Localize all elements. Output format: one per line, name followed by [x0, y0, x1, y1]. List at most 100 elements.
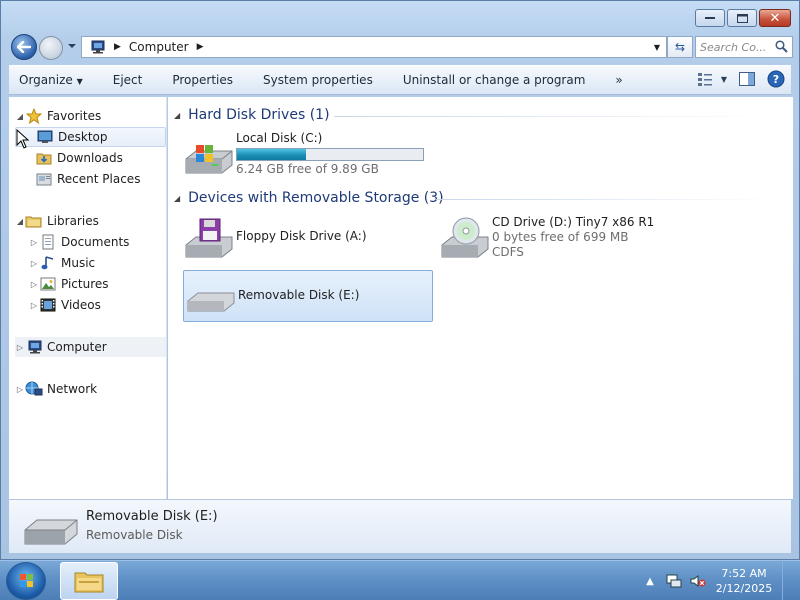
- drive-free-space: 6.24 GB free of 9.89 GB: [236, 162, 379, 176]
- floppy-drive-icon: [185, 218, 233, 258]
- group-hard-disk-drives[interactable]: ◢ Hard Disk Drives (1): [174, 107, 774, 123]
- clock[interactable]: 7:52 AM 2/12/2025: [714, 566, 774, 596]
- nav-music[interactable]: ▷ Music: [29, 253, 95, 273]
- nav-desktop[interactable]: Desktop: [15, 127, 166, 147]
- collapsed-triangle-icon[interactable]: ▷: [29, 238, 39, 247]
- breadcrumb-separator-icon[interactable]: ▶: [114, 42, 121, 52]
- back-button[interactable]: [11, 34, 37, 60]
- start-button[interactable]: [6, 562, 46, 600]
- back-arrow-icon: [17, 41, 31, 53]
- change-view-button[interactable]: ▼: [697, 72, 727, 86]
- drive-name: Local Disk (C:): [236, 131, 323, 145]
- drive-floppy-a-info: Floppy Disk Drive (A:): [236, 215, 367, 244]
- nav-recent-places-label: Recent Places: [57, 172, 141, 186]
- recent-pages-dropdown-icon[interactable]: [67, 41, 77, 51]
- minimize-icon: [705, 17, 715, 19]
- network-status-icon[interactable]: [666, 573, 682, 589]
- drive-removable-e-info: Removable Disk (E:): [238, 271, 359, 303]
- drive-cd-d[interactable]: CD Drive (D:) Tiny7 x86 R1 0 bytes free …: [438, 215, 688, 265]
- help-icon[interactable]: ?: [767, 70, 785, 88]
- cd-drive-icon: [441, 217, 489, 258]
- hard-drive-icon: [185, 145, 233, 174]
- minimize-button[interactable]: [695, 9, 725, 27]
- nav-desktop-label: Desktop: [58, 130, 108, 144]
- desktop-icon: [36, 129, 54, 145]
- explorer-window: ✕ ▶ Computer ▶ ▼ ⇆ Search Co... Organize…: [0, 0, 800, 560]
- nav-computer[interactable]: ▷ Computer: [15, 337, 166, 357]
- drive-removable-e[interactable]: Removable Disk (E:): [183, 270, 433, 322]
- close-button[interactable]: ✕: [759, 9, 791, 27]
- nav-pictures[interactable]: ▷ Pictures: [29, 274, 109, 294]
- clock-time: 7:52 AM: [721, 567, 767, 580]
- group-divider: [334, 116, 774, 117]
- properties-button[interactable]: Properties: [157, 73, 248, 87]
- search-input[interactable]: Search Co...: [695, 36, 793, 58]
- nav-favorites-label: Favorites: [47, 109, 102, 123]
- organize-label: Organize: [19, 73, 73, 87]
- refresh-button[interactable]: ⇆: [667, 36, 693, 58]
- nav-computer-label: Computer: [47, 340, 107, 354]
- volume-muted-icon[interactable]: [690, 573, 706, 589]
- maximize-button[interactable]: [727, 9, 757, 27]
- drive-cd-d-info: CD Drive (D:) Tiny7 x86 R1 0 bytes free …: [492, 215, 654, 260]
- details-title: Removable Disk (E:): [86, 509, 218, 524]
- system-properties-button[interactable]: System properties: [248, 73, 388, 87]
- collapse-triangle-icon[interactable]: ◢: [174, 194, 180, 203]
- address-dropdown-icon[interactable]: ▼: [654, 43, 660, 52]
- mouse-cursor-icon: [16, 129, 30, 149]
- nav-favorites[interactable]: ◢ Favorites: [15, 106, 101, 126]
- expand-triangle-icon[interactable]: ◢: [15, 217, 25, 226]
- navigation-bar: ▶ Computer ▶ ▼ ⇆ Search Co...: [9, 33, 793, 61]
- address-bar[interactable]: ▶ Computer ▶ ▼: [81, 36, 667, 58]
- nav-pictures-label: Pictures: [61, 277, 109, 291]
- drive-usage-bar: [236, 148, 424, 161]
- music-icon: [39, 255, 57, 271]
- nav-libraries[interactable]: ◢ Libraries: [15, 211, 99, 231]
- group-removable-storage-label: Devices with Removable Storage (3): [188, 190, 444, 206]
- preview-pane-icon[interactable]: [739, 72, 755, 86]
- forward-button[interactable]: [39, 36, 63, 60]
- drive-floppy-a[interactable]: Floppy Disk Drive (A:): [182, 215, 432, 265]
- collapsed-triangle-icon[interactable]: ▷: [15, 343, 25, 352]
- group-removable-storage[interactable]: ◢ Devices with Removable Storage (3): [174, 190, 776, 206]
- navigation-pane: ◢ Favorites Desktop Downloads Recent Pla…: [9, 97, 167, 499]
- nav-downloads-label: Downloads: [57, 151, 123, 165]
- computer-icon: [25, 339, 43, 355]
- collapse-triangle-icon[interactable]: ◢: [174, 111, 180, 120]
- removable-disk-icon: [187, 292, 235, 312]
- organize-button[interactable]: Organize ▼: [9, 73, 98, 87]
- clock-date: 2/12/2025: [715, 582, 773, 595]
- nav-network[interactable]: ▷ Network: [15, 379, 97, 399]
- view-controls: ▼ ?: [697, 70, 785, 88]
- expand-triangle-icon[interactable]: ◢: [15, 112, 25, 121]
- collapsed-triangle-icon[interactable]: ▷: [29, 301, 39, 310]
- collapsed-triangle-icon[interactable]: ▷: [29, 259, 39, 268]
- nav-videos[interactable]: ▷ Videos: [29, 295, 101, 315]
- recent-places-icon: [35, 171, 53, 187]
- breadcrumb-separator-icon[interactable]: ▶: [197, 42, 204, 52]
- drive-filesystem: CDFS: [492, 245, 524, 259]
- nav-recent-places[interactable]: Recent Places: [15, 169, 140, 189]
- caption-buttons: ✕: [695, 9, 791, 27]
- more-commands-button[interactable]: »: [600, 73, 637, 87]
- show-hidden-icons-button[interactable]: ▲: [642, 573, 658, 589]
- show-desktop-button[interactable]: [782, 561, 794, 600]
- nav-documents[interactable]: ▷ Documents: [29, 232, 129, 252]
- uninstall-program-button[interactable]: Uninstall or change a program: [388, 73, 601, 87]
- explorer-folder-icon: [74, 572, 104, 593]
- collapsed-triangle-icon[interactable]: ▷: [29, 280, 39, 289]
- nav-libraries-label: Libraries: [47, 214, 99, 228]
- libraries-icon: [25, 213, 43, 229]
- nav-network-label: Network: [47, 382, 98, 396]
- pictures-icon: [39, 276, 57, 292]
- breadcrumb-computer[interactable]: Computer: [129, 40, 189, 54]
- details-pane: Removable Disk (E:) Removable Disk: [9, 499, 791, 553]
- details-subtitle: Removable Disk: [86, 528, 183, 542]
- nav-downloads[interactable]: Downloads: [15, 148, 123, 168]
- collapsed-triangle-icon[interactable]: ▷: [15, 385, 25, 394]
- documents-icon: [39, 234, 57, 250]
- taskbar-explorer-button[interactable]: [60, 562, 118, 600]
- command-bar: Organize ▼ Eject Properties System prope…: [9, 65, 791, 95]
- drive-local-disk-c[interactable]: Local Disk (C:) 6.24 GB free of 9.89 GB: [182, 131, 442, 181]
- eject-button[interactable]: Eject: [98, 73, 158, 87]
